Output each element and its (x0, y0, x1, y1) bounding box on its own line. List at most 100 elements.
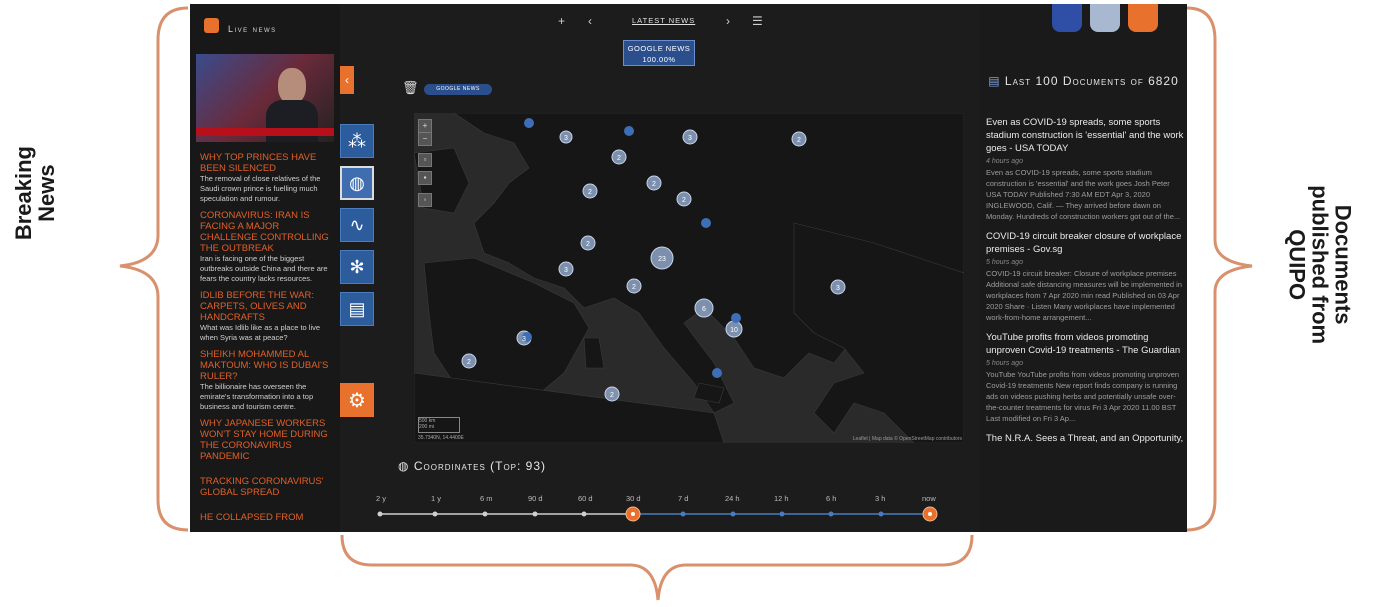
scale-mi: 200 mi (419, 424, 435, 430)
list-item[interactable]: Coronavirus: Iran is facing a major chal… (200, 210, 330, 284)
list-item[interactable]: Even as COVID-19 spreads, some sports st… (986, 116, 1184, 222)
svg-text:2: 2 (467, 359, 471, 366)
rss-icon (204, 18, 219, 33)
svg-text:3: 3 (688, 135, 692, 142)
expand-icon[interactable] (1128, 4, 1158, 32)
presenter-head (278, 68, 306, 104)
zoom-out-icon[interactable]: − (418, 132, 432, 146)
breaking-news-label: Breaking News (10, 146, 59, 241)
coordinates-title: ◍ Coordinates (Top: 93) (398, 459, 546, 473)
timeline-tick[interactable]: 60 d (578, 494, 593, 503)
globe-icon: ◍ (398, 459, 410, 473)
document-title[interactable]: YouTube profits from videos promoting un… (986, 331, 1184, 357)
source-name: GOOGLE NEWS (627, 44, 691, 53)
document-list: Even as COVID-19 spreads, some sports st… (986, 116, 1184, 445)
timeline-tick[interactable]: 1 y (431, 494, 441, 503)
svg-text:10: 10 (730, 327, 738, 334)
news-headline[interactable]: Why Japanese workers won't stay home dur… (200, 418, 330, 462)
list-icon[interactable]: ☰ (752, 14, 763, 28)
svg-text:2: 2 (586, 241, 590, 248)
list-item[interactable]: The N.R.A. Sees a Threat, and an Opportu… (986, 432, 1184, 445)
list-item[interactable]: Idlib before the war: Carpets, olives an… (200, 290, 330, 343)
timeline-tick[interactable]: 24 h (725, 494, 740, 503)
document-snippet: YouTube YouTube profits from videos prom… (986, 370, 1180, 423)
svg-text:2: 2 (652, 181, 656, 188)
svg-text:2: 2 (588, 189, 592, 196)
document-time: 5 hours ago (986, 360, 1023, 367)
coords-readout: 35.7340N, 14.4400E (418, 435, 464, 441)
center-map-area: + ‹ LATEST NEWS › ☰ GOOGLE NEWS 100.00% … (340, 4, 980, 532)
list-item[interactable]: He collapsed from (200, 512, 330, 523)
source-indicator[interactable]: GOOGLE NEWS 100.00% (623, 40, 695, 66)
time-slider[interactable] (340, 504, 980, 524)
document-time: 5 hours ago (986, 259, 1023, 266)
previous-arrow-icon[interactable]: ‹ (588, 14, 592, 28)
timeline-tick[interactable]: 2 y (376, 494, 386, 503)
timeline-tick[interactable]: now (922, 494, 936, 503)
zoom-in-icon[interactable]: + (418, 119, 432, 133)
timeline-tick[interactable]: 30 d (626, 494, 641, 503)
svg-text:3: 3 (564, 135, 568, 142)
locate-icon[interactable]: ◦ (418, 193, 432, 207)
news-list: Why top princes have been silenced The re… (200, 146, 330, 523)
news-headline[interactable]: Coronavirus: Iran is facing a major chal… (200, 210, 330, 254)
list-item[interactable]: Why Japanese workers won't stay home dur… (200, 418, 330, 462)
live-video-player[interactable] (196, 54, 334, 142)
layer-icon[interactable]: ▪ (418, 171, 432, 185)
fullscreen-icon[interactable]: ▫ (418, 153, 432, 167)
news-headline[interactable]: Sheikh Mohammed al Maktoum: Who is Dubai… (200, 349, 330, 382)
users-view-icon[interactable] (1090, 4, 1120, 32)
svg-text:6: 6 (702, 306, 706, 313)
document-time: 4 hours ago (986, 158, 1023, 165)
document-title[interactable]: Even as COVID-19 spreads, some sports st… (986, 116, 1184, 155)
map-canvas: 323 222 2323 2610 323 22 (414, 113, 964, 443)
timeline-tick[interactable]: 6 h (826, 494, 836, 503)
source-filter-pill[interactable]: GOOGLE NEWS (424, 84, 492, 95)
coordinates-title-text: Coordinates (Top: 93) (413, 459, 547, 473)
svg-text:2: 2 (617, 155, 621, 162)
news-summary: The billionaire has overseen the emirate… (200, 382, 314, 411)
map-scale: 500 km 200 mi (418, 417, 460, 433)
list-item[interactable]: Why top princes have been silenced The re… (200, 152, 330, 204)
document-view-icon[interactable] (1052, 4, 1082, 32)
documents-published-label: Documents published from QUIPO (1284, 185, 1356, 345)
list-item[interactable]: Sheikh Mohammed al Maktoum: Who is Dubai… (200, 349, 330, 412)
news-headline[interactable]: Why top princes have been silenced (200, 152, 330, 174)
trash-icon[interactable]: 🗑 (402, 80, 419, 96)
news-summary: What was Idlib like as a place to live w… (200, 323, 321, 342)
news-summary: Iran is facing one of the biggest outbre… (200, 254, 328, 283)
timeline-tick[interactable]: 7 d (678, 494, 688, 503)
news-headline[interactable]: Idlib before the war: Carpets, olives an… (200, 290, 330, 323)
live-news-panel: Live news Why top princes have been sile… (190, 4, 340, 532)
live-news-title: Live news (228, 24, 277, 34)
timeline-tick[interactable]: 6 m (480, 494, 493, 503)
document-title[interactable]: The N.R.A. Sees a Threat, and an Opportu… (986, 432, 1184, 445)
news-headline[interactable]: He collapsed from (200, 512, 330, 523)
document-title[interactable]: COVID-19 circuit breaker closure of work… (986, 230, 1184, 256)
news-headline[interactable]: Tracking coronavirus' global spread (200, 476, 330, 498)
timeline-tick[interactable]: 12 h (774, 494, 789, 503)
documents-panel: ▤ Last 100 Documents of 6820 Even as COV… (980, 4, 1187, 532)
app-screen: Live news Why top princes have been sile… (190, 4, 1187, 532)
add-icon[interactable]: + (558, 14, 565, 28)
list-item[interactable]: COVID-19 circuit breaker closure of work… (986, 230, 1184, 323)
documents-title-text: Last 100 Documents of 6820 (1004, 74, 1179, 88)
document-snippet: COVID-19 circuit breaker: Closure of wor… (986, 269, 1182, 322)
timeline-tick[interactable]: 90 d (528, 494, 543, 503)
svg-text:2: 2 (797, 137, 801, 144)
source-percent: 100.00% (642, 55, 676, 64)
svg-text:2: 2 (632, 284, 636, 291)
next-arrow-icon[interactable]: › (726, 14, 730, 28)
news-summary: The removal of close relatives of the Sa… (200, 174, 321, 203)
news-ticker-bar (196, 128, 334, 136)
europe-map[interactable]: 323 222 2 3 23 2 6 10 323 22 + − ▫ ▪ ◦ 500 k… (414, 113, 964, 443)
list-item[interactable]: YouTube profits from videos promoting un… (986, 331, 1184, 424)
document-snippet: Even as COVID-19 spreads, some sports st… (986, 168, 1181, 221)
map-attribution[interactable]: Leaflet | Map data © OpenStreetMap contr… (853, 436, 962, 442)
documents-title: ▤ Last 100 Documents of 6820 (986, 70, 1181, 92)
list-item[interactable]: Tracking coronavirus' global spread (200, 476, 330, 498)
latest-news-tab[interactable]: LATEST NEWS (632, 16, 695, 25)
svg-text:3: 3 (836, 285, 840, 292)
svg-text:3: 3 (522, 336, 526, 343)
timeline-tick[interactable]: 3 h (875, 494, 885, 503)
